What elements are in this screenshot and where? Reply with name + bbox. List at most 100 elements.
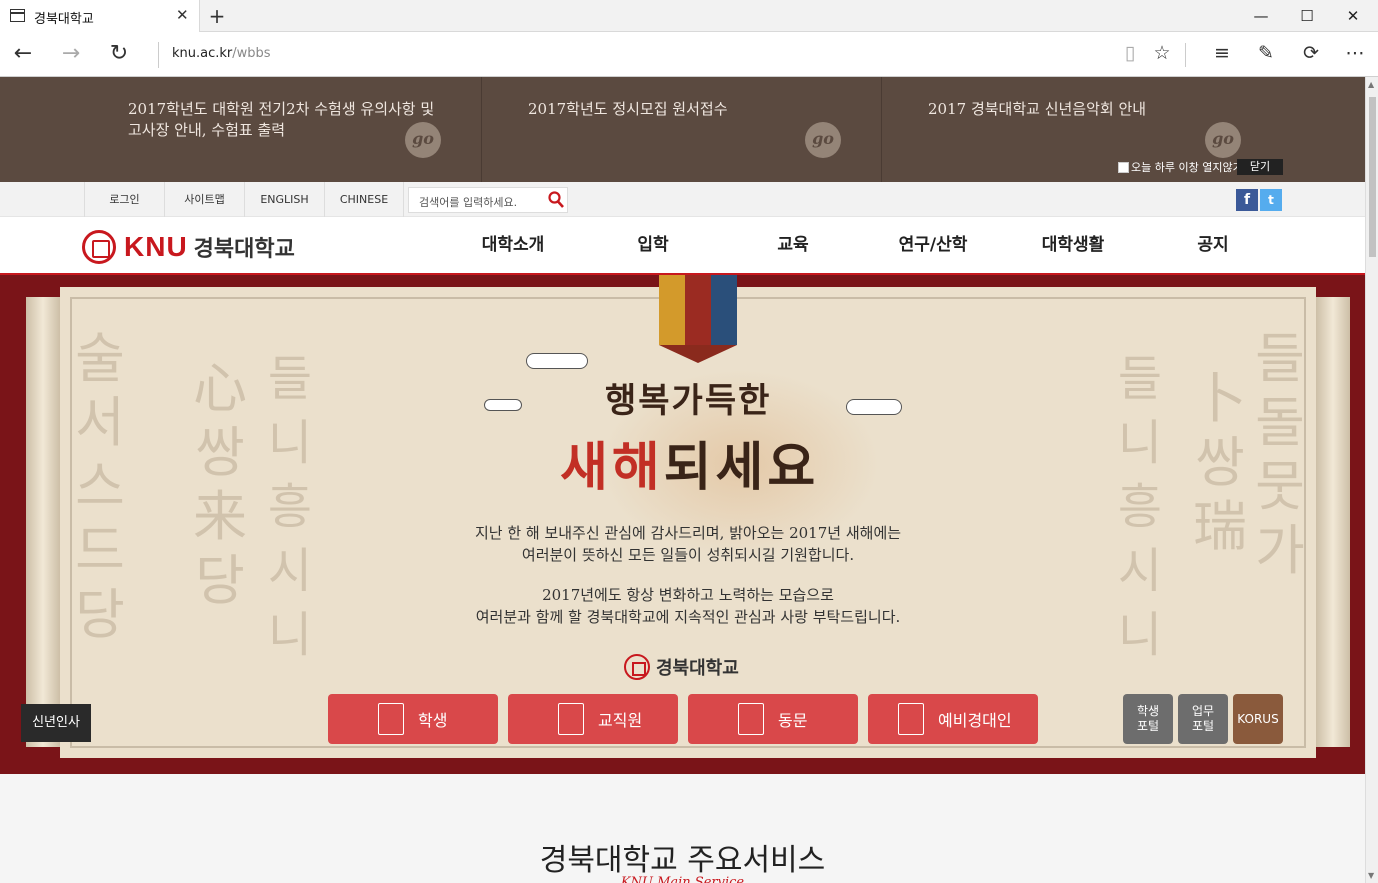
menu-campus-life[interactable]: 대학생활 [1003, 217, 1143, 273]
staff-button[interactable]: 교직원 [508, 694, 678, 744]
hub-icon[interactable]: ≡ [1208, 42, 1236, 64]
dont-open-today[interactable]: 오늘 하루 이창 열지않기 [1118, 159, 1243, 175]
url-host: knu.ac.kr [172, 46, 233, 61]
menu-notice[interactable]: 공지 [1143, 217, 1283, 273]
chinese-link[interactable]: CHINESE [324, 182, 404, 217]
book-icon [378, 703, 404, 735]
notice-popup-bar: 2017학년도 대학원 전기2차 수험생 유의사항 및 고사장 안내, 수험표 … [0, 77, 1365, 182]
portal-line: 업무 [1191, 704, 1215, 718]
menu-research[interactable]: 연구/산학 [863, 217, 1003, 273]
scroll-thumb[interactable] [1369, 97, 1376, 257]
calligraphy-line-2: 새해되세요 [560, 425, 819, 500]
document-hand-icon [558, 703, 584, 735]
forward-icon[interactable]: → [56, 41, 86, 66]
refresh-icon[interactable]: ↻ [104, 41, 134, 66]
more-icon[interactable]: ⋯ [1341, 42, 1369, 64]
greeting-message-1: 지난 한 해 보내주신 관심에 감사드리며, 밝아오는 2017년 새해에는 여… [300, 522, 1076, 566]
utility-bar: 로그인 사이트맵 ENGLISH CHINESE 검색어를 입력하세요. f t [0, 182, 1365, 217]
login-link[interactable]: 로그인 [84, 182, 164, 217]
english-link[interactable]: ENGLISH [244, 182, 324, 217]
hero-signature: 경북대학교 [624, 654, 739, 680]
page-icon [10, 9, 25, 22]
portal-line: 포털 [1136, 719, 1160, 733]
url-path: /wbbs [232, 46, 271, 61]
back-icon[interactable]: ← [8, 41, 38, 66]
greeting-message-2: 2017년에도 항상 변화하고 노력하는 모습으로 여러분과 함께 할 경북대학… [300, 584, 1076, 628]
notice-text: 2017 경북대학교 신년음악회 안내 [928, 100, 1147, 118]
twitter-icon[interactable]: t [1260, 189, 1282, 211]
work-portal-button[interactable]: 업무 포털 [1178, 694, 1228, 744]
dont-open-checkbox[interactable] [1118, 161, 1129, 173]
portal-line: KORUS [1237, 711, 1279, 726]
browser-tab[interactable]: 경북대학교 ✕ [0, 0, 200, 32]
maximize-icon[interactable]: ☐ [1284, 2, 1330, 30]
calligraphy-dark: 되세요 [663, 437, 820, 498]
greeting-line: 지난 한 해 보내주신 관심에 감사드리며, 밝아오는 2017년 새해에는 [474, 524, 902, 542]
cloud-decoration [484, 399, 522, 411]
greeting-line: 여러분과 함께 할 경북대학교에 지속적인 관심과 사랑 부탁드립니다. [475, 608, 901, 626]
share-icon[interactable]: ⟳ [1297, 42, 1325, 64]
scroll-rod-left [26, 297, 60, 747]
magnifier-document-icon [898, 703, 924, 735]
page-viewport: 2017학년도 대학원 전기2차 수험생 유의사항 및 고사장 안내, 수험표 … [0, 77, 1378, 883]
new-tab-icon[interactable]: + [205, 4, 229, 28]
ribbon-decoration [659, 275, 737, 363]
notice-text: 2017학년도 정시모집 원서접수 [528, 100, 728, 118]
web-note-icon[interactable]: ✎ [1252, 42, 1280, 64]
go-button[interactable]: go [405, 122, 441, 158]
tab-title: 경북대학교 [34, 12, 94, 27]
cloud-decoration [846, 399, 902, 415]
button-label: 학생 [418, 711, 448, 730]
search-icon[interactable] [548, 191, 564, 209]
close-tab-icon[interactable]: ✕ [176, 6, 189, 24]
url-field[interactable]: knu.ac.kr/wbbs [172, 46, 271, 61]
address-bar: ← → ↻ knu.ac.kr/wbbs ▯ ☆ ≡ ✎ ⟳ ⋯ [0, 33, 1378, 77]
logo-kr: 경북대학교 [193, 237, 295, 262]
window-close-icon[interactable]: ✕ [1330, 2, 1376, 30]
reading-view-icon[interactable]: ▯ [1116, 42, 1144, 64]
alumni-button[interactable]: 동문 [688, 694, 858, 744]
main-header: KNU 경북대학교 대학소개 입학 교육 연구/산학 대학생활 공지 [0, 217, 1365, 275]
portal-line: 학생 [1136, 704, 1160, 718]
go-button[interactable]: go [805, 122, 841, 158]
sitemap-link[interactable]: 사이트맵 [164, 182, 244, 217]
portal-line: 포털 [1191, 719, 1215, 733]
student-button[interactable]: 학생 [328, 694, 498, 744]
facebook-icon[interactable]: f [1236, 189, 1258, 211]
knu-emblem-icon [82, 230, 116, 264]
favorite-star-icon[interactable]: ☆ [1148, 42, 1176, 64]
notice-item[interactable]: 2017학년도 대학원 전기2차 수험생 유의사항 및 고사장 안내, 수험표 … [0, 77, 482, 182]
search-input[interactable]: 검색어를 입력하세요. [408, 187, 568, 213]
dont-open-label: 오늘 하루 이창 열지않기 [1131, 161, 1243, 174]
scroll-rod-right [1316, 297, 1350, 747]
page-scrollbar[interactable]: ▲ ▼ [1365, 77, 1378, 883]
notice-close-button[interactable]: 닫기 [1237, 159, 1283, 175]
menu-about[interactable]: 대학소개 [443, 217, 583, 273]
prospective-student-button[interactable]: 예비경대인 [868, 694, 1038, 744]
cloud-decoration [526, 353, 588, 369]
hero-banner: 술서스드당 心쌍来당 들니흥시니 들니흥시니 卜쌍瑞 들돌뭇가 행복가득한 새해… [0, 275, 1365, 774]
button-label: 교직원 [598, 711, 643, 730]
greeting-line: 여러분이 뜻하신 모든 일들이 성취되시길 기원합니다. [521, 546, 855, 564]
notice-text: 2017학년도 대학원 전기2차 수험생 유의사항 및 고사장 안내, 수험표 … [128, 100, 435, 139]
logo-en: KNU [124, 231, 188, 262]
menu-admission[interactable]: 입학 [583, 217, 723, 273]
notice-item[interactable]: 2017학년도 정시모집 원서접수 go [482, 77, 882, 182]
calligraphy-line-1: 행복가득한 [605, 381, 772, 421]
signature-text: 경북대학교 [656, 658, 739, 679]
button-label: 예비경대인 [938, 711, 1012, 730]
go-button[interactable]: go [1205, 122, 1241, 158]
new-year-greeting-tab[interactable]: 신년인사 [21, 704, 91, 742]
scroll-down-icon[interactable]: ▼ [1368, 871, 1374, 880]
services-title: 경북대학교 주요서비스 [539, 843, 826, 878]
browser-tab-bar: 경북대학교 ✕ + — ☐ ✕ [0, 0, 1378, 32]
calligraphy-red: 새해 [560, 437, 664, 498]
student-portal-button[interactable]: 학생 포털 [1123, 694, 1173, 744]
knu-logo[interactable]: KNU 경북대학교 [82, 229, 295, 265]
scroll-up-icon[interactable]: ▲ [1368, 80, 1374, 89]
minimize-icon[interactable]: — [1238, 2, 1284, 30]
services-subtitle: KNU Main Service [620, 875, 745, 883]
knu-emblem-icon [624, 654, 650, 680]
korus-button[interactable]: KORUS [1233, 694, 1283, 744]
menu-education[interactable]: 교육 [723, 217, 863, 273]
